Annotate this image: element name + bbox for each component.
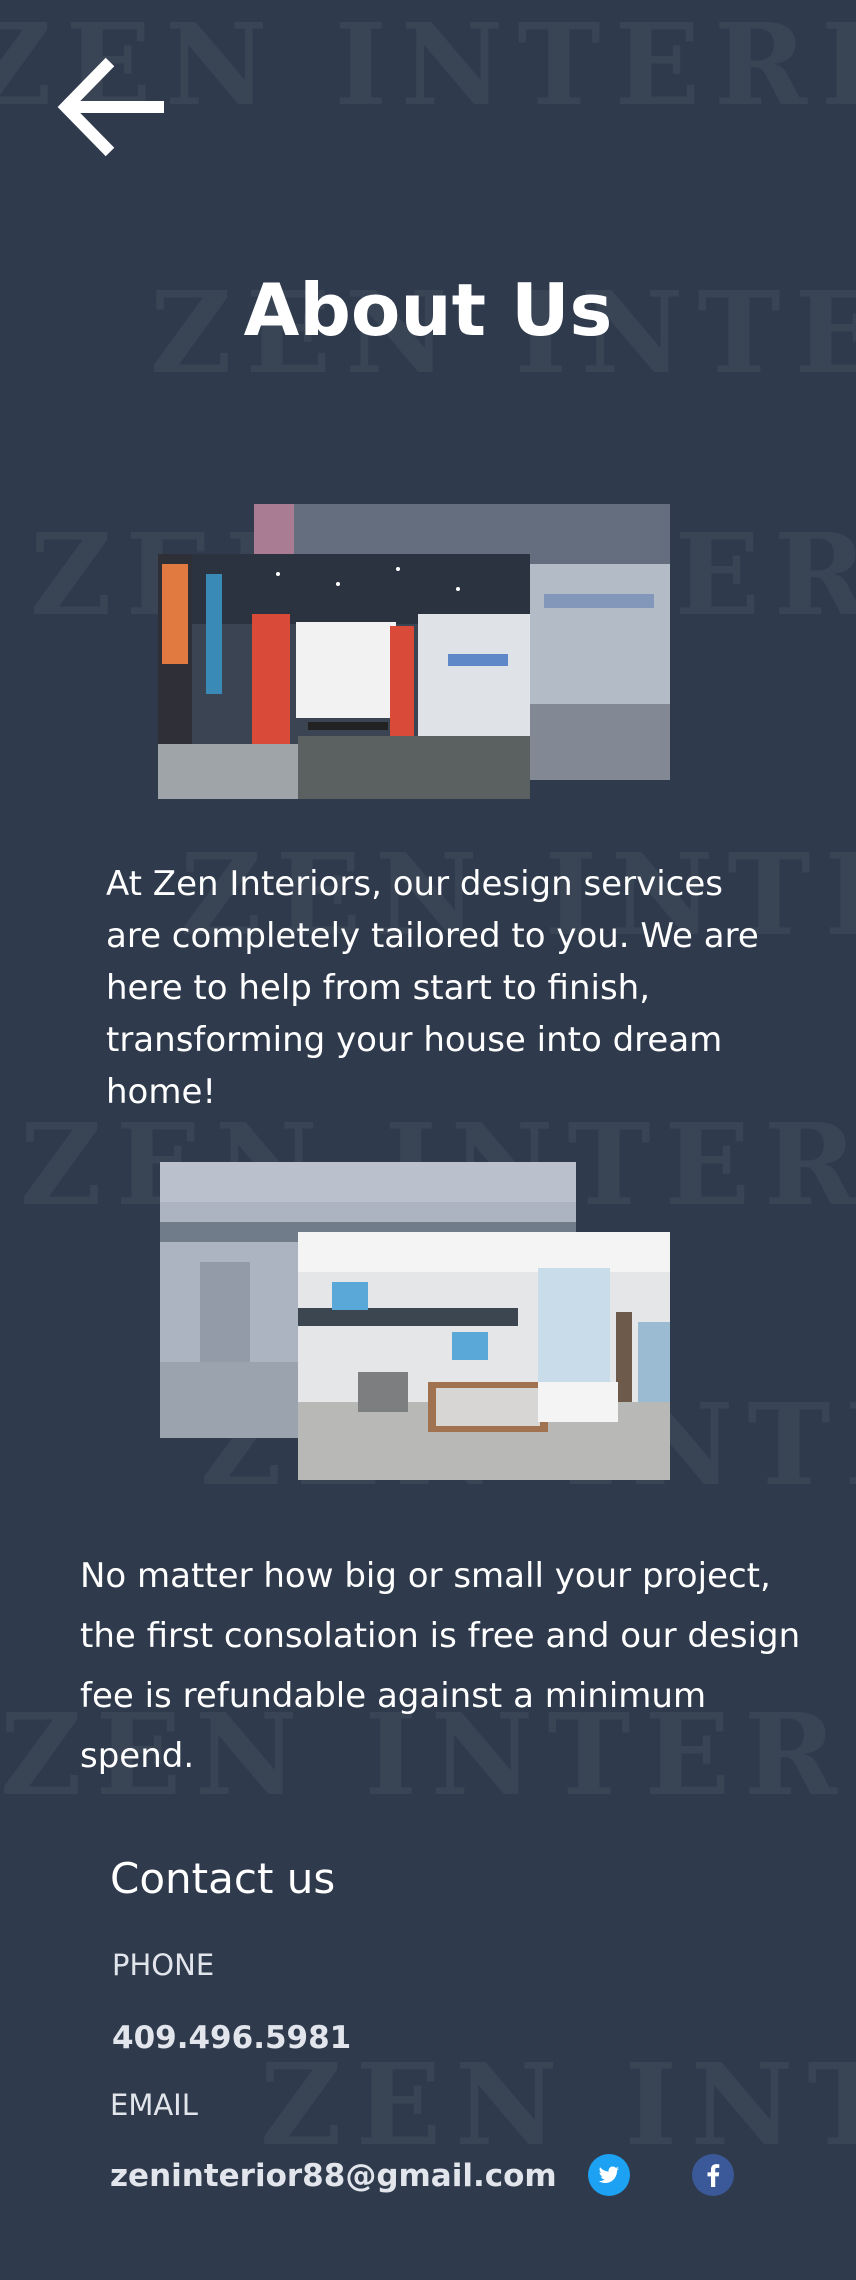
about-paragraph-1: At Zen Interiors, our design services ar… [106,864,759,1112]
about-paragraph-2: No matter how big or small your project,… [80,1556,801,1776]
game-room-photo [298,1232,670,1480]
twitter-button[interactable] [588,2154,630,2196]
page-title: About Us [243,268,613,352]
back-button[interactable] [52,52,170,162]
phone-number[interactable]: 409.496.5981 [112,2020,351,2056]
home-theater-photo [158,554,530,799]
arrow-left-icon [57,57,164,157]
email-address[interactable]: zeninterior88@gmail.com [110,2158,557,2194]
phone-label: PHONE [112,1948,215,1982]
facebook-icon [692,2154,734,2196]
email-label: EMAIL [110,2088,198,2122]
watermark-text: ZEN INTERIOR [260,2040,856,2171]
contact-heading: Contact us [110,1854,336,1903]
facebook-button[interactable] [692,2154,734,2196]
twitter-icon [588,2154,630,2196]
